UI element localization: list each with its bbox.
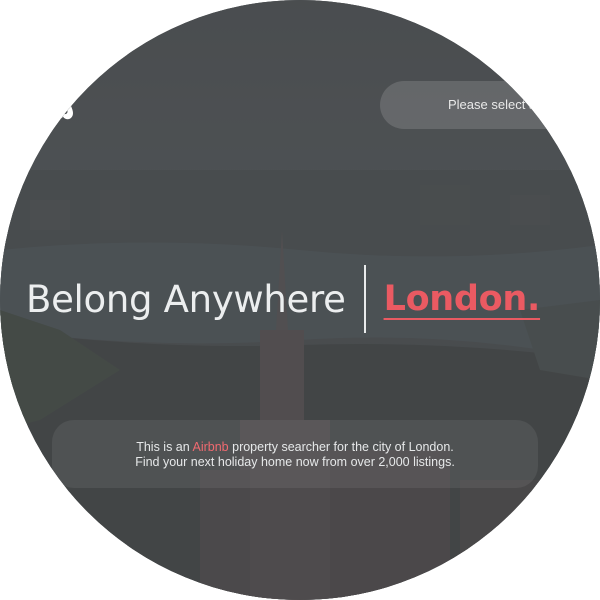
airbnb-belo-icon[interactable] bbox=[48, 88, 78, 122]
app-frame: Please select a Belong Anywhere London. … bbox=[0, 0, 600, 600]
airbnb-link[interactable]: Airbnb bbox=[193, 440, 229, 454]
info-line-1-suffix: property searcher for the city of London… bbox=[228, 440, 454, 454]
hero-headline: Belong Anywhere London. bbox=[26, 262, 540, 336]
info-line-1-prefix: This is an bbox=[136, 440, 193, 454]
city-select-placeholder: Please select a bbox=[448, 97, 537, 112]
hero-tagline: Belong Anywhere bbox=[26, 277, 346, 321]
headline-divider bbox=[363, 265, 366, 333]
hero-city-name: London. bbox=[383, 279, 541, 319]
info-panel: This is an Airbnb property searcher for … bbox=[52, 420, 538, 488]
info-line-2: Find your next holiday home now from ove… bbox=[135, 455, 455, 469]
info-line-1: This is an Airbnb property searcher for … bbox=[52, 440, 538, 455]
city-select-dropdown[interactable]: Please select a bbox=[380, 81, 600, 129]
